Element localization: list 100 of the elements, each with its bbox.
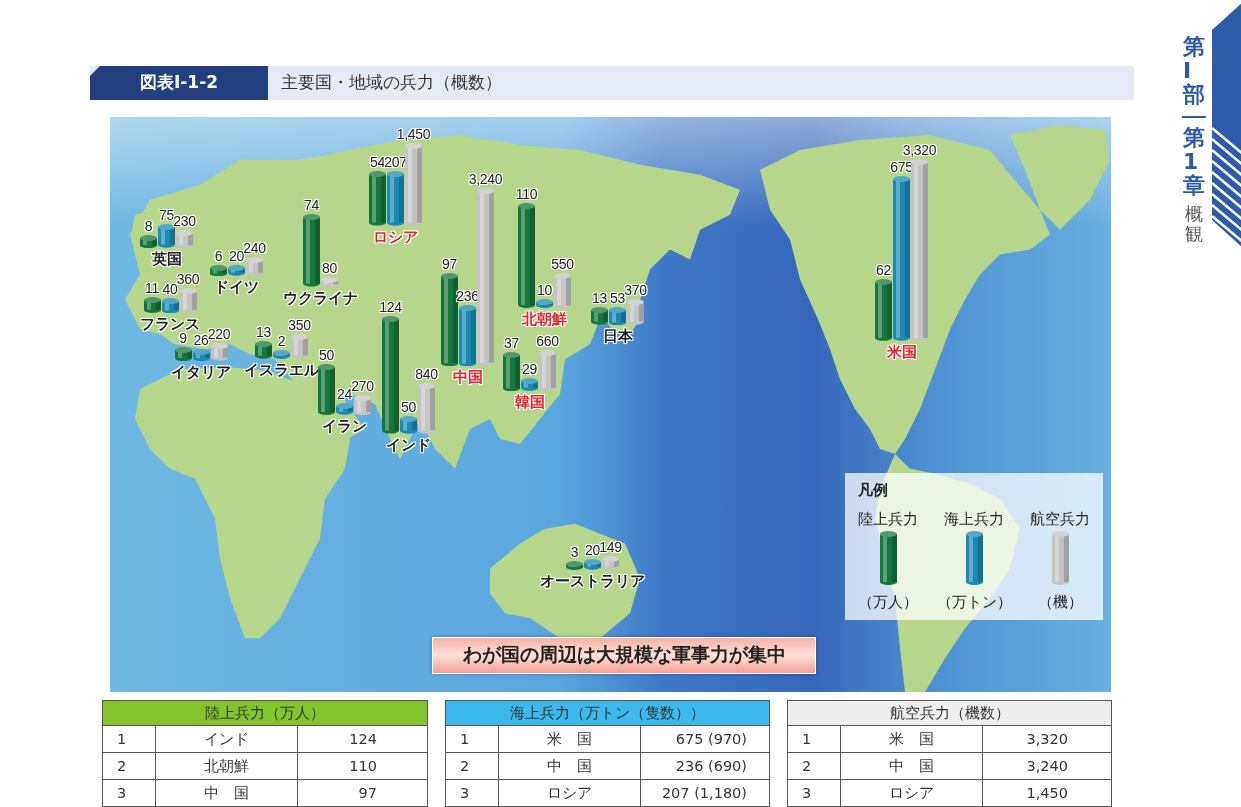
air-force-bar	[176, 229, 193, 248]
rank-cell: 1	[787, 725, 841, 753]
land-force-bar	[255, 341, 272, 359]
value-label: 2	[277, 334, 286, 348]
value-label: 54	[370, 155, 385, 170]
value-label: 11	[145, 281, 159, 296]
air-force-bar	[418, 383, 435, 434]
value-label: 26	[193, 332, 209, 347]
country-cell: 北朝鮮	[155, 752, 298, 780]
land-force-bar	[369, 171, 386, 226]
value-label: 8	[144, 218, 153, 233]
country-label: ドイツ	[214, 278, 259, 297]
rank-cell: 3	[787, 779, 841, 807]
country-label: 米国	[886, 343, 917, 362]
country-cell: 中 国	[498, 752, 641, 780]
value-label: 3,240	[468, 172, 503, 187]
country-label: 韓国	[514, 393, 545, 412]
figure-number: 図表Ⅰ-1-2	[90, 66, 268, 100]
value-label: 37	[504, 335, 519, 350]
value-label: 9	[179, 330, 187, 345]
value-cell: 1,450	[982, 779, 1112, 807]
country-cell: ロシア	[498, 779, 641, 807]
country-cell: 中 国	[155, 779, 298, 807]
value-cell: 207 (1,180)	[640, 779, 770, 807]
country-label: 英国	[151, 250, 182, 269]
value-label: 29	[522, 362, 537, 377]
sea-force-bar	[158, 224, 175, 248]
sea-force-bar	[536, 299, 553, 308]
figure-title: 主要国・地域の兵力（概数）	[280, 71, 502, 95]
rank-cell: 2	[445, 752, 499, 780]
air-force-bar	[354, 394, 371, 415]
land-force-bar	[318, 364, 335, 415]
value-cell: 124	[297, 725, 428, 753]
country-label: ロシア	[373, 228, 418, 247]
legend-label: 陸上兵力	[858, 509, 918, 529]
sea-force-bar	[273, 350, 290, 359]
sea-force-bar	[387, 171, 404, 226]
legend-unit: （万トン）	[936, 592, 1012, 612]
sea-force-bar	[521, 378, 538, 391]
land-force-bar	[140, 234, 157, 248]
sea-force-bar	[584, 559, 601, 570]
value-label: 240	[243, 241, 266, 256]
part-label: 第Ⅰ部	[1183, 35, 1205, 108]
country-cell: ロシア	[840, 779, 983, 807]
country-label: イラン	[322, 417, 367, 436]
value-label: 62	[876, 263, 891, 278]
country-label: 北朝鮮	[522, 310, 567, 329]
country-cell: 米 国	[840, 725, 983, 753]
land-force-bar	[566, 561, 583, 570]
value-cell: 236 (690)	[640, 752, 770, 780]
rank-cell: 3	[445, 779, 499, 807]
legend-label: 航空兵力	[1030, 509, 1090, 529]
value-label: 24	[337, 387, 352, 402]
value-label: 270	[351, 378, 374, 393]
rank-cell: 2	[787, 752, 841, 780]
country-cell: インド	[155, 725, 298, 753]
value-label: 550	[551, 256, 574, 271]
chapter-title: 概観	[1185, 204, 1203, 244]
value-label: 80	[322, 260, 337, 275]
country-label: 中国	[452, 368, 483, 387]
air-force-bar	[321, 276, 338, 287]
land-force-bar	[875, 279, 892, 341]
value-label: 1,450	[396, 127, 431, 142]
value-cell: 3,320	[982, 725, 1112, 753]
value-cell: 110	[297, 752, 428, 780]
country-label: イスラエル	[244, 361, 319, 380]
land-force-bar	[174, 346, 192, 361]
value-label: 13	[592, 291, 607, 306]
value-cell: 3,240	[982, 752, 1112, 780]
table-header: 海上兵力（万トン（隻数））	[445, 700, 770, 726]
country-label: ウクライナ	[283, 289, 358, 308]
callout-banner: わが国の周辺は大規模な軍事力が集中	[432, 636, 816, 674]
country-label: インド	[386, 436, 431, 455]
air-force-bar	[291, 334, 308, 359]
value-label: 3,320	[902, 143, 937, 158]
value-label: 660	[536, 334, 559, 349]
country-label: フランス	[140, 315, 200, 333]
rank-cell: 2	[102, 752, 156, 780]
air-force-bar	[246, 257, 263, 276]
value-label: 840	[415, 367, 438, 382]
value-label: 50	[319, 348, 334, 362]
legend-label: 海上兵力	[944, 509, 1004, 529]
value-label: 50	[401, 400, 416, 415]
sea-force-bar	[228, 265, 245, 276]
value-label: 124	[379, 300, 402, 315]
sea-force-bar	[400, 416, 417, 434]
value-cell: 97	[297, 779, 428, 807]
country-cell: 中 国	[840, 752, 983, 780]
value-label: 97	[442, 256, 457, 271]
table-header: 陸上兵力（万人）	[102, 700, 428, 726]
land-force-bar	[210, 264, 227, 276]
value-label: 3	[570, 545, 579, 559]
value-label: 75	[159, 208, 174, 223]
sea-force-bar	[192, 348, 210, 361]
air-force-bar	[602, 556, 619, 570]
value-label: 220	[207, 327, 231, 342]
value-label: 20	[585, 543, 600, 558]
value-label: 13	[256, 325, 271, 340]
value-label: 207	[384, 155, 407, 170]
value-label: 40	[162, 281, 178, 296]
